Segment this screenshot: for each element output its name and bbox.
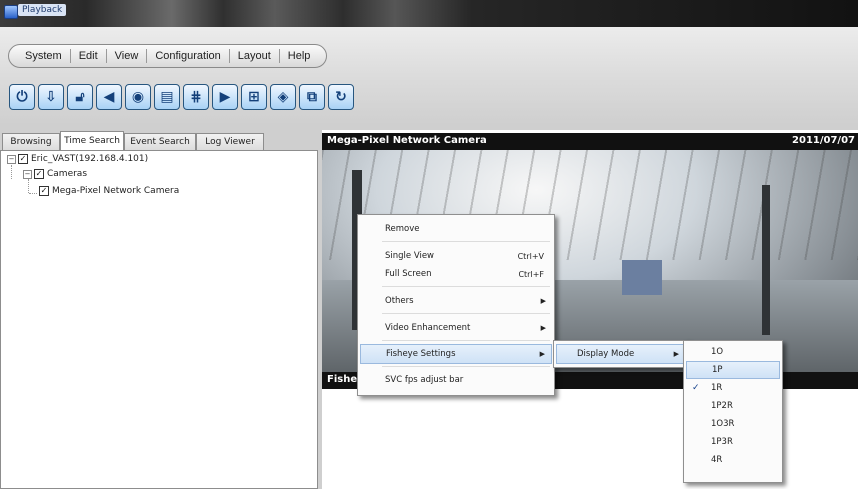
power-icon[interactable]: ⏻: [9, 84, 35, 110]
submenu-arrow-icon: ▶: [673, 350, 679, 358]
video-shop: [622, 260, 662, 295]
checkbox-root[interactable]: ✓: [18, 154, 28, 164]
menu-svc-fps[interactable]: SVC fps adjust bar: [360, 370, 552, 390]
tab-log-viewer[interactable]: Log Viewer: [196, 133, 264, 150]
snapshot-icon[interactable]: ◉: [125, 84, 151, 110]
tab-time-search[interactable]: Time Search: [60, 131, 124, 150]
tree-root[interactable]: − ✓ Eric_VAST(192.168.4.101): [7, 154, 148, 164]
mode-1o3r[interactable]: 1O3R: [686, 415, 780, 433]
menu-full-screen[interactable]: Full Screen Ctrl+F: [360, 264, 552, 284]
tab-event-search[interactable]: Event Search: [124, 133, 196, 150]
menu-single-view[interactable]: Single View Ctrl+V: [360, 246, 552, 266]
window-title: Playback: [18, 4, 67, 16]
video-icon[interactable]: ▶: [212, 84, 238, 110]
menu-help[interactable]: Help: [280, 49, 319, 63]
menu-separator: [382, 286, 550, 287]
submenu-arrow-icon: ▶: [540, 297, 546, 305]
checkbox-camera[interactable]: ✓: [39, 186, 49, 196]
menu-remove[interactable]: Remove: [360, 219, 552, 239]
tree-guide: [11, 165, 12, 179]
toolbar: ⏻ ⇩ 🔓︎ ◀ ◉ ▤ ⋕ ▶ ⊞ ◈ ⧉ ↻: [0, 75, 858, 125]
menu-system[interactable]: System: [17, 49, 71, 63]
mode-1p[interactable]: 1P: [686, 361, 780, 379]
mode-1r[interactable]: ✓ 1R: [686, 379, 780, 397]
context-menu: Remove Single View Ctrl+V Full Screen Ct…: [357, 214, 555, 396]
tree-camera[interactable]: ✓ Mega-Pixel Network Camera: [39, 186, 179, 196]
tab-browsing[interactable]: Browsing: [2, 133, 60, 150]
tree-root-label: Eric_VAST(192.168.4.101): [31, 154, 149, 164]
export-icon[interactable]: ⇩: [38, 84, 64, 110]
title-bar: Playback: [0, 0, 858, 27]
layout-icon[interactable]: ⊞: [241, 84, 267, 110]
collapse-icon[interactable]: −: [7, 154, 16, 164]
mode-4r[interactable]: 4R: [686, 451, 780, 469]
video-label-secondary: Fishe: [327, 374, 358, 385]
lock-icon[interactable]: 🔓︎: [67, 84, 93, 110]
menu-separator: [382, 241, 550, 242]
sync-icon[interactable]: ⧉: [299, 84, 325, 110]
submenu-arrow-icon: ▶: [540, 324, 546, 332]
app-icon: [4, 5, 18, 19]
menu-others[interactable]: Others ▶: [360, 291, 552, 311]
mode-1p3r[interactable]: 1P3R: [686, 433, 780, 451]
menu-separator: [382, 313, 550, 314]
collapse-icon[interactable]: −: [23, 169, 32, 179]
menu-video-enhancement[interactable]: Video Enhancement ▶: [360, 318, 552, 338]
audio-icon[interactable]: ◀: [96, 84, 122, 110]
submenu-arrow-icon: ▶: [539, 350, 545, 358]
menu-edit[interactable]: Edit: [71, 49, 107, 63]
tree-group-label: Cameras: [47, 169, 88, 179]
refresh-icon[interactable]: ↻: [328, 84, 354, 110]
camera-title: Mega-Pixel Network Camera: [327, 135, 487, 146]
mode-1p2r[interactable]: 1P2R: [686, 397, 780, 415]
menu-layout[interactable]: Layout: [230, 49, 280, 63]
menu-separator: [382, 366, 550, 367]
video-date: 2011/07/07: [792, 135, 855, 146]
print-icon[interactable]: ▤: [154, 84, 180, 110]
menu-configuration[interactable]: Configuration: [147, 49, 230, 63]
menu-strip: System Edit View Configuration Layout He…: [0, 27, 858, 75]
menu-view[interactable]: View: [107, 49, 148, 63]
checkbox-cameras[interactable]: ✓: [34, 169, 44, 179]
tree-group-cameras[interactable]: − ✓ Cameras: [23, 169, 87, 179]
display-mode-submenu: 1O 1P ✓ 1R 1P2R 1O3R 1P3R 4R: [683, 340, 783, 483]
fisheye-submenu: Display Mode ▶: [553, 340, 689, 368]
check-icon: ✓: [692, 383, 700, 393]
video-column: [762, 185, 770, 335]
fullscreen-icon[interactable]: ◈: [270, 84, 296, 110]
tree-guide: [29, 193, 37, 194]
mode-1o[interactable]: 1O: [686, 343, 780, 361]
menu-display-mode[interactable]: Display Mode ▶: [556, 344, 686, 364]
menu-fisheye-settings[interactable]: Fisheye Settings ▶: [360, 344, 552, 364]
tree-camera-label: Mega-Pixel Network Camera: [52, 186, 180, 196]
menu-separator: [382, 340, 550, 341]
tree-guide: [28, 179, 29, 193]
video-header: Mega-Pixel Network Camera 2011/07/07: [322, 133, 858, 150]
menu-bar: System Edit View Configuration Layout He…: [8, 44, 328, 68]
left-panel: Browsing Time Search Event Search Log Vi…: [0, 130, 318, 489]
device-tree: − ✓ Eric_VAST(192.168.4.101) − ✓ Cameras…: [0, 150, 318, 489]
grid-icon[interactable]: ⋕: [183, 84, 209, 110]
